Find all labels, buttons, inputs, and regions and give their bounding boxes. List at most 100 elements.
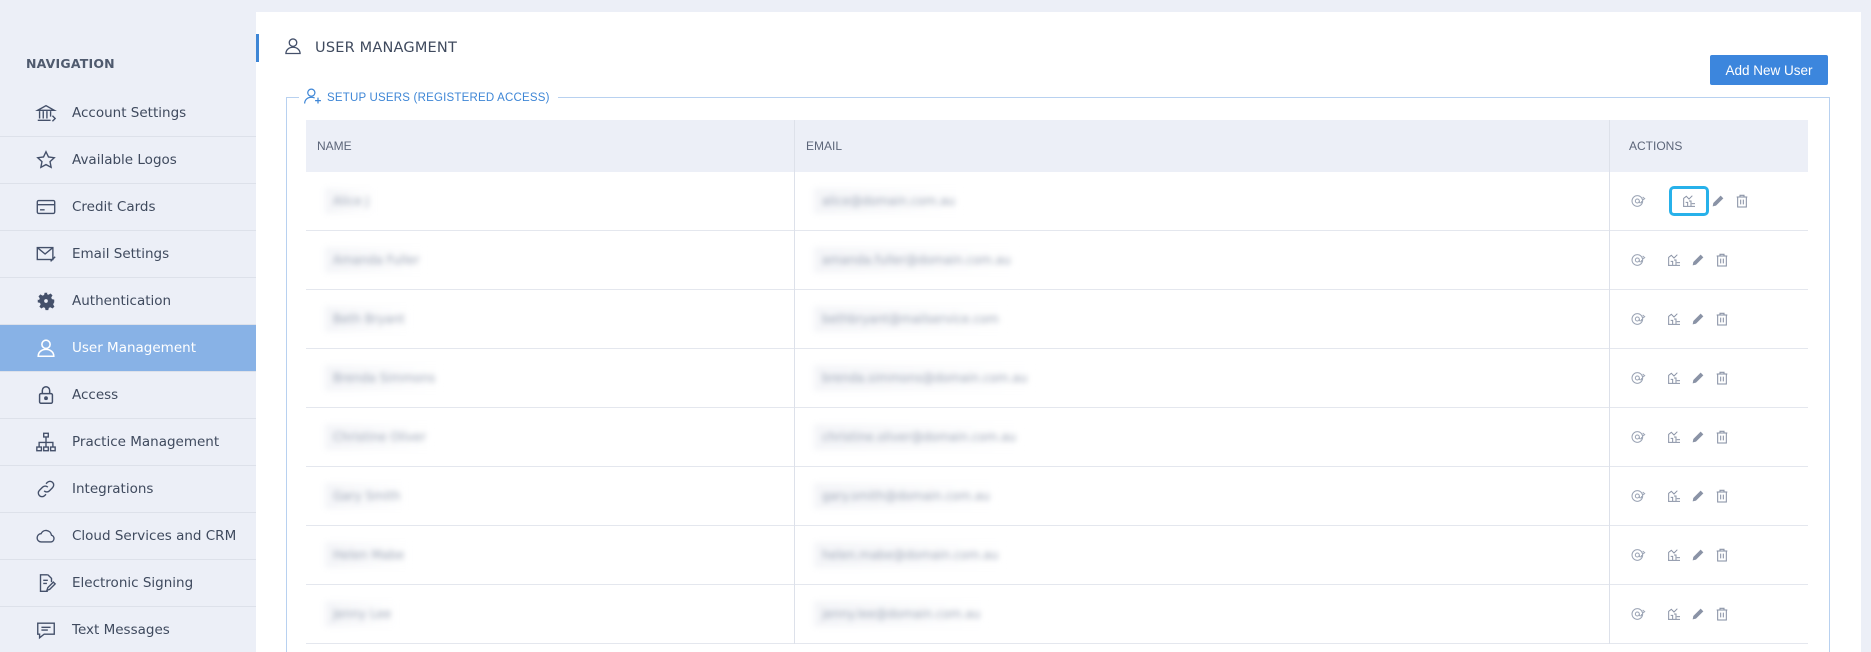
user-name-redacted: Jenny Lee (325, 601, 400, 627)
user-email-redacted: brenda.simmons@domain.com.au (814, 365, 1036, 391)
sidebar-item-authentication[interactable]: Authentication (0, 278, 256, 325)
row-actions (1629, 487, 1731, 505)
trash-icon[interactable] (1713, 369, 1731, 387)
row-actions (1629, 428, 1731, 446)
login-as-icon[interactable] (1629, 605, 1647, 623)
cell-email: amanda.fuller@domain.com.au (794, 230, 1609, 290)
table-row: Amanda Fuller amanda.fuller@domain.com.au (306, 230, 1808, 290)
cell-name: Amanda Fuller (306, 231, 794, 290)
page-title: USER MANAGMENT (315, 40, 458, 56)
table-row: Christine Oliver christine.oliver@domain.… (306, 407, 1808, 467)
sidebar-item-access[interactable]: Access (0, 372, 256, 419)
cloud-icon (34, 524, 58, 548)
sidebar-item-label: Available Logos (72, 152, 177, 168)
user-email-redacted: alice@domain.com.au (814, 188, 964, 214)
user-report-icon[interactable] (1665, 251, 1683, 269)
user-icon (283, 36, 303, 60)
main-panel: USER MANAGMENT Add New User SETUP USERS … (256, 12, 1861, 652)
pencil-icon[interactable] (1709, 192, 1727, 210)
page-header: USER MANAGMENT (256, 34, 457, 62)
login-as-icon[interactable] (1629, 251, 1647, 269)
cell-actions (1609, 171, 1808, 231)
cell-email: bethbryant@mailservice.com (794, 289, 1609, 349)
users-table: NAME EMAIL ACTIONS Alice J alice@domain.c… (306, 120, 1808, 644)
sidebar-item-credit-cards[interactable]: Credit Cards (0, 184, 256, 231)
login-as-icon[interactable] (1629, 487, 1647, 505)
pencil-icon[interactable] (1689, 546, 1707, 564)
sidebar-item-label: Account Settings (72, 105, 187, 121)
row-actions (1629, 605, 1731, 623)
column-header-email[interactable]: EMAIL (794, 120, 1609, 172)
user-report-icon[interactable] (1665, 428, 1683, 446)
sidebar-item-label: Access (72, 387, 119, 403)
sidebar-item-cloud-services-and-crm[interactable]: Cloud Services and CRM (0, 513, 256, 560)
sidebar-item-label: Electronic Signing (72, 575, 194, 591)
user-report-icon[interactable] (1669, 186, 1709, 216)
sign-document-icon (34, 571, 58, 595)
user-email-redacted: jenny.lee@domain.com.au (814, 601, 989, 627)
cell-actions (1609, 525, 1808, 585)
sidebar-item-label: Text Messages (72, 622, 170, 638)
user-email-redacted: bethbryant@mailservice.com (814, 306, 1007, 332)
cell-email: alice@domain.com.au (794, 171, 1609, 231)
cell-name: Alice J (306, 172, 794, 231)
column-header-name[interactable]: NAME (306, 120, 794, 172)
user-report-icon[interactable] (1665, 487, 1683, 505)
login-as-icon[interactable] (1629, 192, 1647, 210)
user-email-redacted: christine.oliver@domain.com.au (814, 424, 1025, 450)
sidebar: NAVIGATION Account Settings Available Log… (0, 0, 256, 652)
org-chart-icon (34, 430, 58, 454)
sidebar-item-account-settings[interactable]: Account Settings (0, 90, 256, 137)
user-name-redacted: Beth Bryant (325, 306, 413, 332)
sidebar-item-electronic-signing[interactable]: Electronic Signing (0, 560, 256, 607)
login-as-icon[interactable] (1629, 428, 1647, 446)
user-name-redacted: Christine Oliver (325, 424, 434, 450)
trash-icon[interactable] (1713, 310, 1731, 328)
cell-name: Christine Oliver (306, 408, 794, 467)
trash-icon[interactable] (1713, 428, 1731, 446)
sidebar-item-email-settings[interactable]: Email Settings (0, 231, 256, 278)
login-as-icon[interactable] (1629, 369, 1647, 387)
user-report-icon[interactable] (1665, 546, 1683, 564)
table-header: NAME EMAIL ACTIONS (306, 120, 1808, 172)
envelope-icon (34, 242, 58, 266)
cell-email: jenny.lee@domain.com.au (794, 584, 1609, 644)
row-actions (1629, 186, 1751, 216)
bank-icon (34, 101, 58, 125)
trash-icon[interactable] (1713, 487, 1731, 505)
login-as-icon[interactable] (1629, 546, 1647, 564)
add-new-user-button[interactable]: Add New User (1710, 55, 1828, 85)
user-name-redacted: Alice J (325, 188, 378, 214)
trash-icon[interactable] (1733, 192, 1751, 210)
section-legend: SETUP USERS (REGISTERED ACCESS) (299, 86, 558, 109)
pencil-icon[interactable] (1689, 310, 1707, 328)
sidebar-item-available-logos[interactable]: Available Logos (0, 137, 256, 184)
row-actions (1629, 546, 1731, 564)
login-as-icon[interactable] (1629, 310, 1647, 328)
sidebar-item-label: Authentication (72, 293, 172, 309)
cell-actions (1609, 466, 1808, 526)
pencil-icon[interactable] (1689, 605, 1707, 623)
trash-icon[interactable] (1713, 546, 1731, 564)
cell-name: Gary Smith (306, 467, 794, 526)
sidebar-item-user-management[interactable]: User Management (0, 325, 256, 372)
sidebar-item-integrations[interactable]: Integrations (0, 466, 256, 513)
row-actions (1629, 310, 1731, 328)
sidebar-item-text-messages[interactable]: Text Messages (0, 607, 256, 652)
user-report-icon[interactable] (1665, 605, 1683, 623)
pencil-icon[interactable] (1689, 251, 1707, 269)
trash-icon[interactable] (1713, 251, 1731, 269)
user-report-icon[interactable] (1665, 369, 1683, 387)
sidebar-item-practice-management[interactable]: Practice Management (0, 419, 256, 466)
cell-actions (1609, 289, 1808, 349)
cell-email: brenda.simmons@domain.com.au (794, 348, 1609, 408)
pencil-icon[interactable] (1689, 369, 1707, 387)
pencil-icon[interactable] (1689, 428, 1707, 446)
sidebar-item-label: Credit Cards (72, 199, 156, 215)
user-report-icon[interactable] (1665, 310, 1683, 328)
table-body: Alice J alice@domain.com.au Amanda Fuller a… (306, 171, 1808, 644)
trash-icon[interactable] (1713, 605, 1731, 623)
pencil-icon[interactable] (1689, 487, 1707, 505)
table-row: Jenny Lee jenny.lee@domain.com.au (306, 584, 1808, 644)
cell-name: Beth Bryant (306, 290, 794, 349)
